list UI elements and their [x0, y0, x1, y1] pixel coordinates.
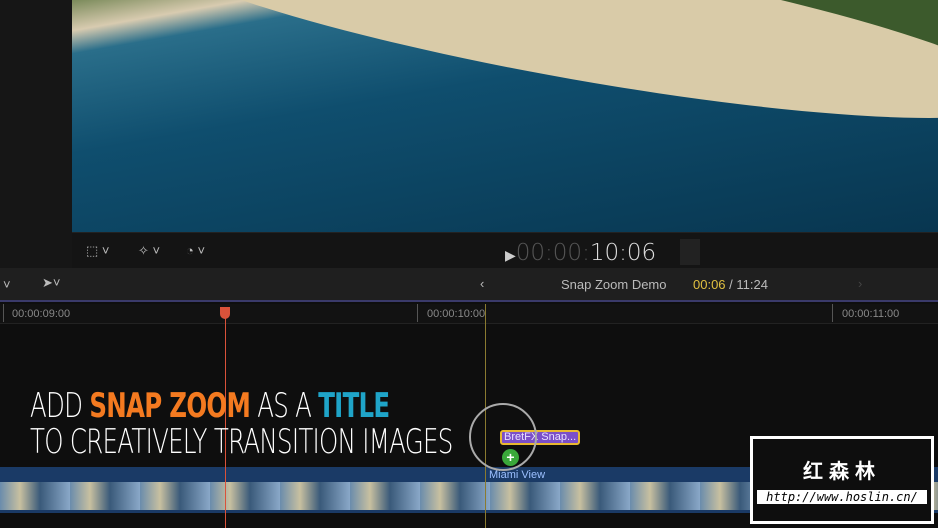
- time-separator: /: [729, 277, 733, 292]
- forward-chevron-icon[interactable]: ›: [858, 276, 862, 291]
- ruler-label: 00:00:09:00: [12, 308, 71, 320]
- current-time: 00:06: [693, 277, 726, 292]
- timeline-ruler[interactable]: 00:00:09:00 00:00:10:00 00:00:11:00: [0, 304, 938, 324]
- overlay-text: AS A: [250, 386, 319, 426]
- timecode-value: 10:06: [589, 240, 657, 266]
- transform-menu-icon[interactable]: ⬚ ˅: [86, 243, 110, 259]
- project-time: 00:06 / 11:24: [693, 277, 768, 292]
- project-name: Snap Zoom Demo: [561, 277, 667, 292]
- chevron-down-icon[interactable]: ˅: [3, 277, 11, 292]
- overlay-text: ADD: [30, 386, 90, 426]
- left-panel: [0, 0, 72, 268]
- overlay-highlight: SNAP ZOOM: [89, 386, 251, 426]
- back-chevron-icon[interactable]: ‹: [480, 276, 484, 291]
- enhance-menu-icon[interactable]: ✧ ˅: [138, 243, 160, 259]
- duration: 11:24: [736, 277, 768, 292]
- audio-meter: [680, 239, 700, 265]
- add-plus-icon: +: [502, 449, 519, 466]
- watermark-name: 红森林: [803, 461, 881, 483]
- overlay-highlight: TITLE: [318, 386, 390, 426]
- video-clip-label: Miami View: [489, 469, 546, 481]
- select-tool-icon[interactable]: ➤˅: [42, 275, 60, 291]
- beach: [128, 0, 938, 158]
- ruler-label: 00:00:11:00: [842, 308, 900, 320]
- speed-menu-icon[interactable]: ◔ ˅: [186, 243, 205, 258]
- timecode-dim: 00:00:: [515, 240, 590, 266]
- play-icon[interactable]: ▶: [505, 248, 516, 264]
- overlay-title-line2: TO CREATIVELY TRANSITION IMAGES: [30, 422, 453, 462]
- timeline-toolbar: ˅ ➤˅ ‹ Snap Zoom Demo 00:06 / 11:24 ›: [0, 268, 938, 302]
- ruler-label: 00:00:10:00: [427, 308, 486, 320]
- watermark: 红森林 http://www.hoslin.cn/: [750, 436, 934, 524]
- video-viewer: [72, 0, 938, 232]
- watermark-url: http://www.hoslin.cn/: [757, 490, 927, 504]
- overlay-title-line1: ADD SNAP ZOOM AS A TITLE: [30, 386, 390, 426]
- timecode-display: ▶00:00:10:06: [505, 240, 656, 266]
